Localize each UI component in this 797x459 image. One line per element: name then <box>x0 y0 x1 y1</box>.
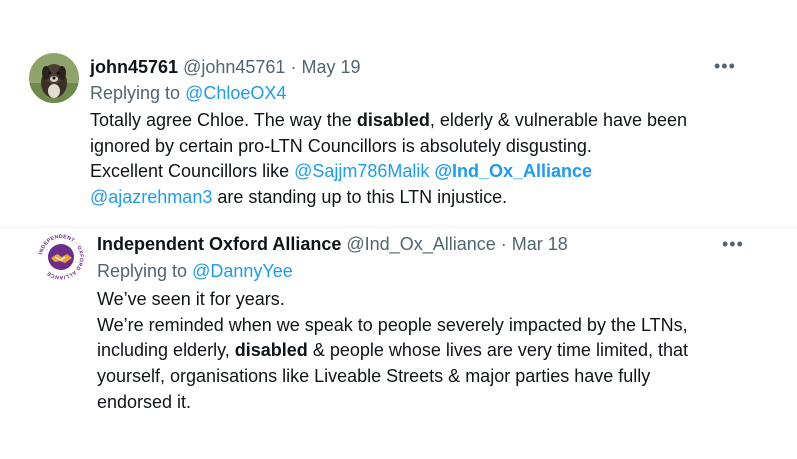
text-line: We’ve seen it for years. <box>97 289 285 309</box>
mention-link[interactable]: @Sajjm786Malik <box>294 161 429 181</box>
replying-to: Replying to @DannyYee <box>97 259 293 283</box>
dog-avatar[interactable] <box>29 53 79 103</box>
text-line: @ajazrehman3 are standing up to this LTN… <box>90 185 687 211</box>
user-handle[interactable]: @Ind_Ox_Alliance <box>346 234 495 254</box>
display-name[interactable]: john45761 <box>90 57 178 77</box>
tweet-date[interactable]: May 19 <box>301 57 360 77</box>
separator-dot: · <box>500 234 507 254</box>
bold-keyword: disabled <box>234 340 308 361</box>
text-span: are standing up to this LTN injustice. <box>217 186 508 207</box>
text-line: endorsed it. <box>97 391 192 412</box>
mention-link[interactable]: @ajazrehman3 <box>90 187 212 207</box>
text-line: We’re reminded when we speak to people s… <box>97 314 688 335</box>
text-span: & people whose lives are very time limit… <box>312 340 688 361</box>
tweet-header: Independent Oxford Alliance @Ind_Ox_Alli… <box>97 232 568 256</box>
text-span: Excellent Councillors like <box>90 161 290 181</box>
replying-prefix: Replying to <box>97 261 188 281</box>
text-span: including elderly, <box>97 340 230 361</box>
display-name[interactable]: Independent Oxford Alliance <box>97 234 341 254</box>
replying-to: Replying to @ChloeOX4 <box>90 81 286 105</box>
tweet-date[interactable]: Mar 18 <box>512 234 568 254</box>
tweet-header: john45761 @john45761 · May 19 <box>90 55 360 79</box>
text-line: Totally agree Chloe. The way the disable… <box>90 108 687 134</box>
text-span: Totally agree Chloe. The way the <box>90 110 352 130</box>
handshake-logo-avatar[interactable]: INDEPENDENT · OXFORD ALLIANCE <box>35 231 87 283</box>
separator-dot: · <box>290 57 297 77</box>
user-handle[interactable]: @john45761 <box>183 57 285 77</box>
more-options-icon[interactable]: ••• <box>714 56 736 76</box>
tweet-text: Totally agree Chloe. The way the disable… <box>90 108 687 210</box>
text-line: yourself, organisations like Liveable St… <box>97 366 651 387</box>
bold-keyword: disabled <box>356 110 430 130</box>
tweet-text: We’ve seen it for years. We’re reminded … <box>97 287 688 416</box>
tweet-john45761[interactable]: john45761 @john45761 · May 19 ••• Replyi… <box>0 0 797 228</box>
text-line: ignored by certain pro-LTN Councillors i… <box>90 135 592 156</box>
text-line: including elderly, disabled & people who… <box>97 338 688 364</box>
text-line: Excellent Councillors like @Sajjm786Mali… <box>90 159 687 185</box>
more-options-icon[interactable]: ••• <box>722 234 744 254</box>
text-span: , elderly & vulnerable have been <box>429 110 688 130</box>
replying-prefix: Replying to <box>90 83 181 103</box>
replying-to-mention[interactable]: @ChloeOX4 <box>185 83 286 103</box>
mention-link[interactable]: @Ind_Ox_Alliance <box>434 161 592 181</box>
replying-to-mention[interactable]: @DannyYee <box>192 261 293 281</box>
